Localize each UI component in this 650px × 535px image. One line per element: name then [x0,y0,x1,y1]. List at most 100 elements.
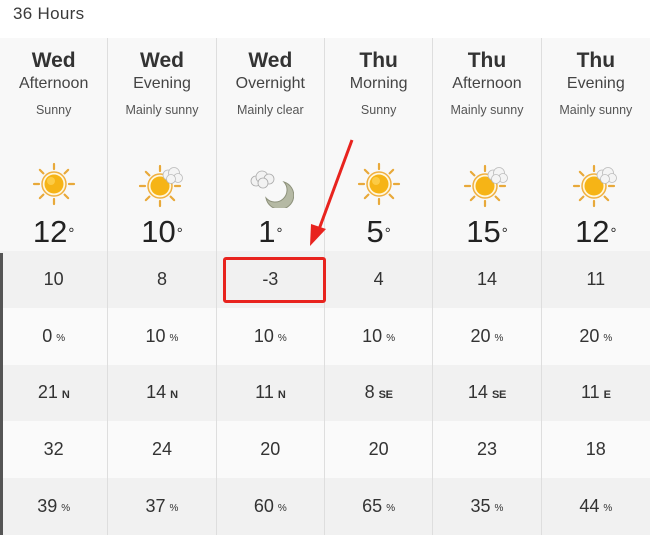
sun-icon [355,160,403,208]
humidity-value: 37 [145,496,166,517]
sun-cloud-icon [572,160,620,208]
percent-unit: % [603,332,613,344]
degree-symbol: ° [384,225,391,242]
feels-like-cell: 10 [0,250,108,308]
feels-like-value: 11 [586,268,606,289]
wind-cell: 8 SE [324,364,433,422]
humidity-cell: 35% [433,478,541,535]
humidity-value: 35 [470,496,491,517]
wind-speed-value: 11 [580,382,600,403]
temperature: 5° [325,215,432,249]
pop-value: 20 [579,325,600,346]
sun-icon [30,160,78,208]
wind-cell: 11 E [541,364,650,422]
forecast-header: Thu Evening Mainly sunny 12° [541,38,650,251]
percent-unit: % [61,503,71,515]
condition-label: Mainly clear [236,103,304,117]
feels-like-cell: 11 [541,250,650,308]
temperature: 10° [108,215,215,249]
wind-direction: N [170,388,178,401]
temperature-value: 5 [366,214,384,249]
period-label: Evening [133,75,191,92]
pop-value: 10 [253,325,274,346]
feels-like-cell: 4 [324,250,433,308]
condition-label: Sunny [35,103,72,117]
feels-like-value: 14 [476,268,497,289]
forecast-header: Wed Overnight Mainly clear 1° [216,38,324,251]
row-indicator-bar [0,253,3,535]
period-label: Morning [349,75,408,92]
percent-unit: % [494,503,504,515]
wind-cell: 14 SE [433,364,541,422]
condition-label: Mainly sunny [125,103,199,117]
percent-unit: % [494,332,504,344]
wind-direction: N [277,388,286,401]
gust-cell: 24 [108,421,216,479]
pop-value: 20 [470,325,491,346]
wind-cell: 21 N [0,364,108,422]
temperature: 15° [433,215,540,249]
temperature-value: 12 [575,214,610,249]
gust-value: 20 [260,439,281,460]
condition-label: Mainly sunny [559,103,633,117]
percent-unit: % [169,503,179,515]
percent-unit: % [169,332,179,344]
humidity-value: 44 [579,496,600,517]
day-label: Wed [140,49,184,72]
forecast-column: Wed Afternoon Sunny 12° 10 0% 21 N 32 39% [0,38,109,535]
section-title: 36 Hours [13,4,85,23]
gust-cell: 20 [324,421,433,479]
temperature-value: 1 [258,214,276,249]
humidity-cell: 39% [0,478,108,535]
humidity-cell: 65% [324,478,433,535]
day-label: Wed [248,49,293,72]
forecast-column: Thu Evening Mainly sunny 12° 11 20% 11 E … [541,38,650,535]
feels-like-value: 4 [373,268,384,289]
humidity-value: 60 [253,496,274,517]
condition-label: Mainly sunny [450,103,524,117]
wind-direction: SE [378,388,393,401]
wind-speed-value: 14 [467,382,488,403]
gust-cell: 23 [433,421,541,479]
forecast-column: Thu Afternoon Mainly sunny 15° 14 20% 14… [433,38,542,535]
period-label: Evening [566,75,625,92]
feels-like-cell: 8 [108,250,216,308]
wind-speed-value: 14 [146,382,167,403]
period-label: Afternoon [18,75,89,92]
pop-cell: 0% [0,307,108,365]
feels-like-value: 10 [43,268,64,289]
gust-value: 20 [368,439,389,460]
wind-direction: SE [491,388,507,401]
gust-cell: 18 [541,421,650,479]
degree-symbol: ° [501,225,508,242]
humidity-value: 39 [37,496,58,517]
forecast-column: Wed Evening Mainly sunny 10° 8 10% 14 N 2… [108,38,217,535]
condition-label: Sunny [360,103,397,117]
forecast-header: Thu Afternoon Mainly sunny 15° [433,38,541,251]
humidity-cell: 44% [541,478,650,535]
highlight-box [223,257,326,303]
percent-unit: % [386,332,396,344]
temperature-value: 15 [466,214,501,249]
percent-unit: % [277,332,287,344]
degree-symbol: ° [276,225,283,242]
percent-unit: % [603,503,613,515]
gust-value: 18 [585,439,606,460]
forecast-header: Thu Morning Sunny 5° [324,38,433,251]
pop-value: 10 [145,325,166,346]
humidity-cell: 60% [216,478,324,535]
moon-cloud-icon [246,160,295,210]
feels-like-cell: 14 [433,250,541,308]
pop-cell: 20% [541,307,650,365]
gust-cell: 32 [0,421,108,479]
forecast-header: Wed Evening Mainly sunny 10° [108,38,216,251]
temperature: 12° [0,215,107,249]
gust-value: 24 [151,439,172,460]
sun-cloud-icon [138,160,186,208]
feels-like-value: 8 [156,268,167,289]
wind-speed-value: 21 [37,382,58,403]
pop-cell: 20% [433,307,541,365]
percent-unit: % [386,503,396,515]
day-label: Thu [359,49,398,72]
degree-symbol: ° [176,225,183,242]
